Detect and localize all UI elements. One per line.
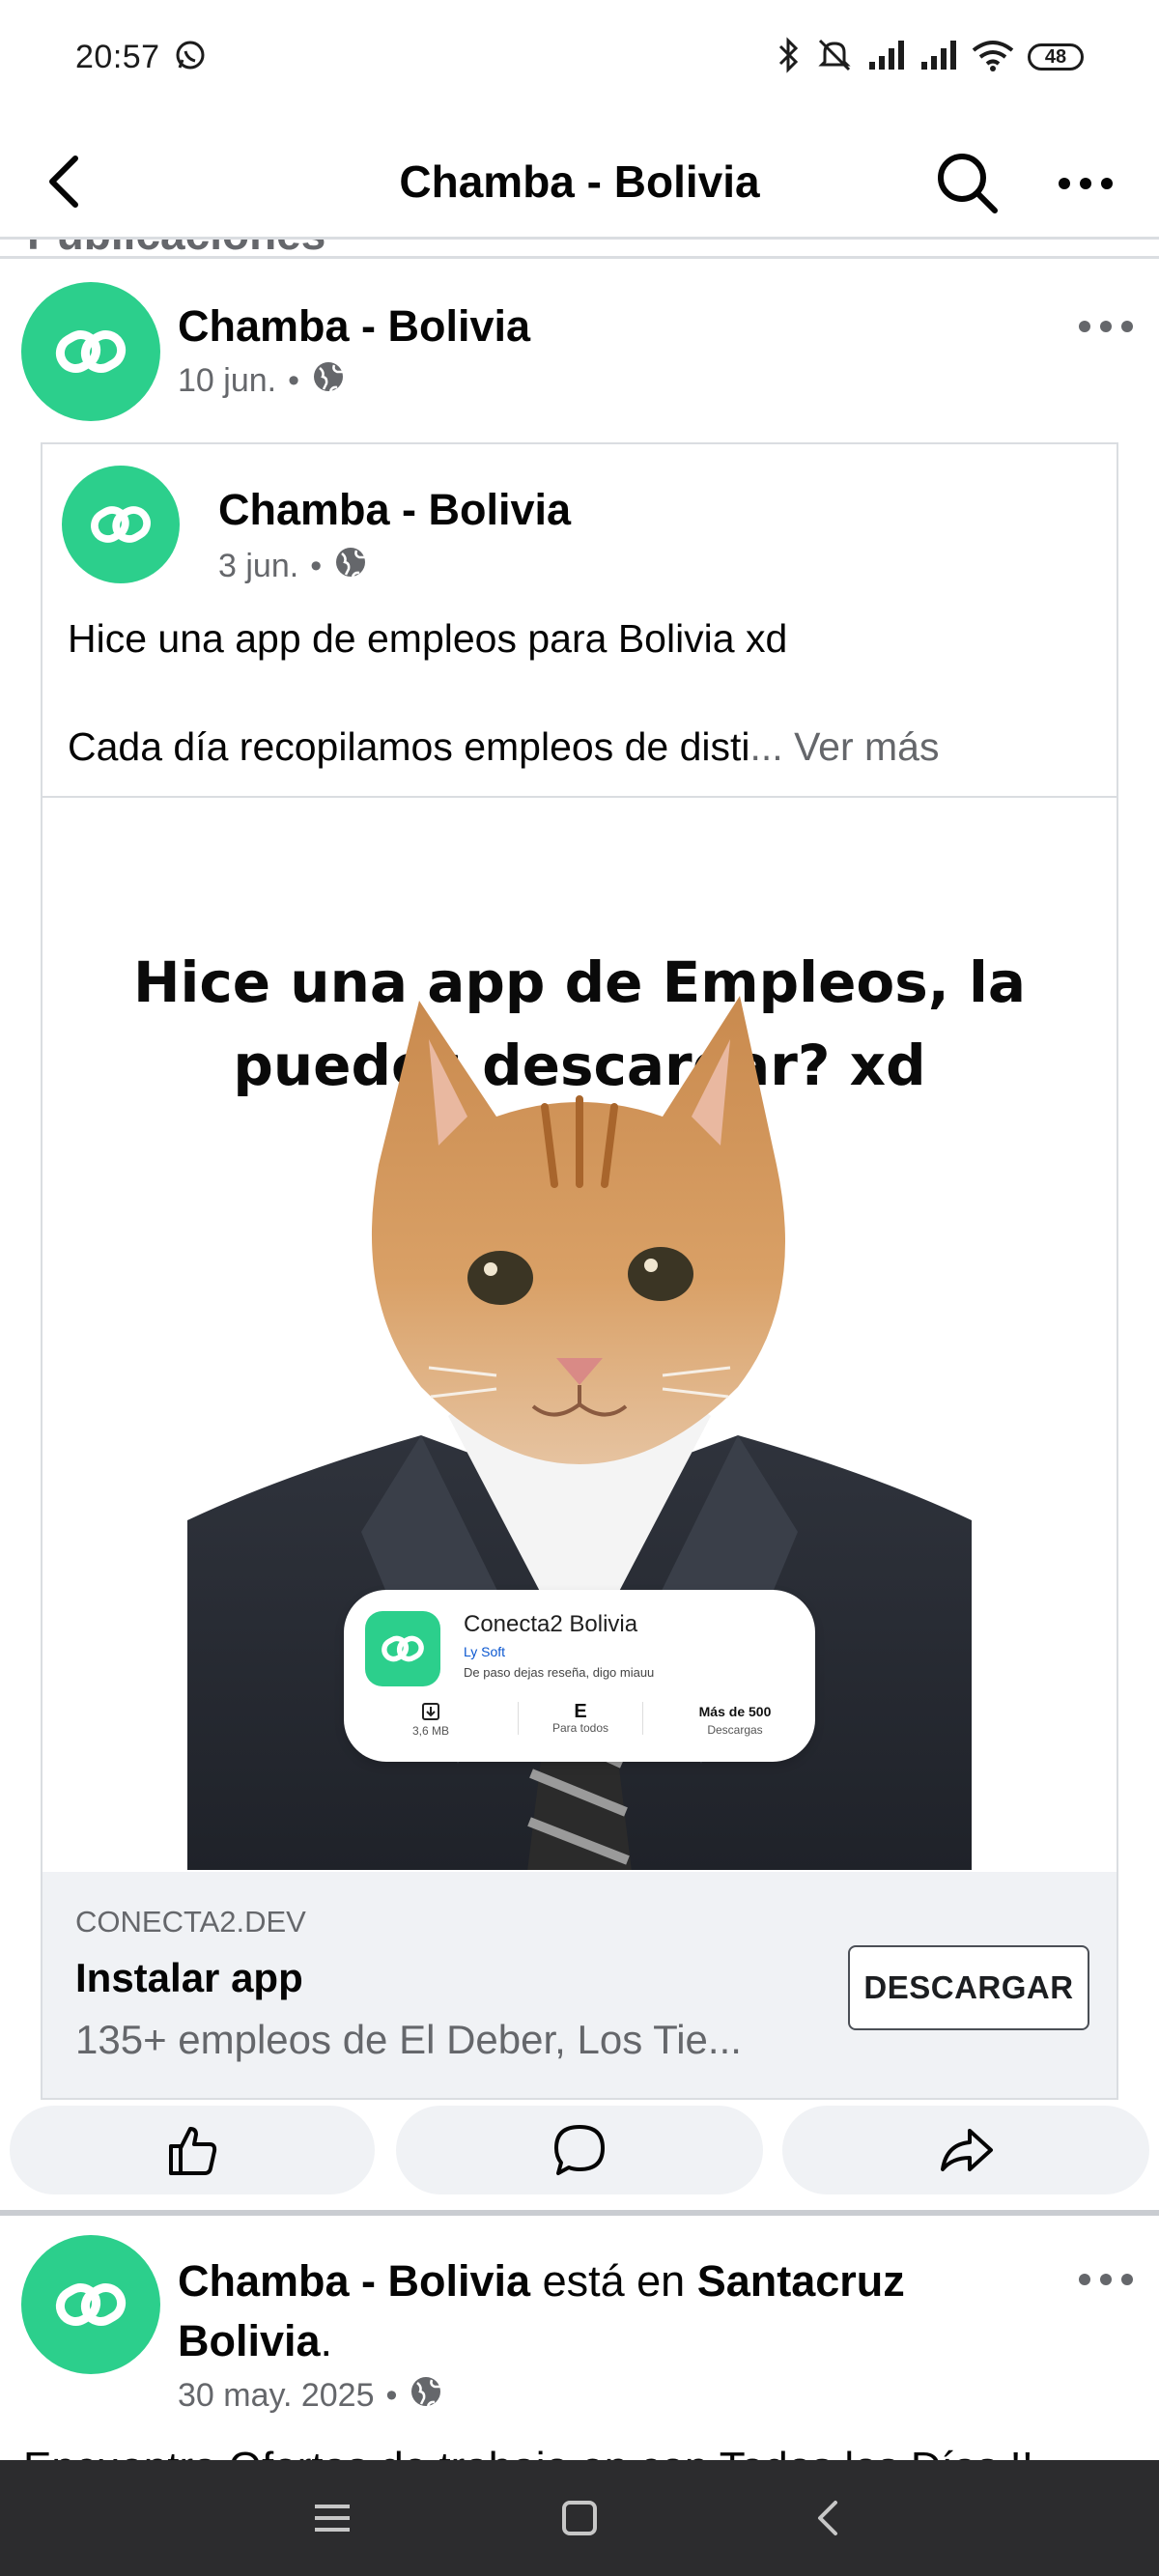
app-developer: Ly Soft: [464, 1644, 506, 1659]
avatar[interactable]: [62, 466, 180, 583]
back-arrow-icon[interactable]: [35, 153, 93, 211]
meta-separator: •: [288, 362, 299, 399]
app-size: 3,6 MB: [411, 1724, 449, 1738]
download-button[interactable]: DESCARGAR: [848, 1945, 1089, 2030]
post2-place[interactable]: Santacruz: [697, 2256, 905, 2306]
post-image[interactable]: Hice una app de Empleos, la puedes desca…: [42, 796, 1117, 1870]
post-options-icon[interactable]: [1074, 2260, 1138, 2299]
globe-icon: [333, 545, 368, 588]
download-icon: [422, 1703, 439, 1720]
home-icon[interactable]: [551, 2489, 608, 2547]
post-date[interactable]: 10 jun.: [178, 362, 276, 400]
search-icon[interactable]: [933, 149, 1001, 216]
status-time: 20:57: [75, 38, 160, 75]
signal-icon: [919, 39, 958, 76]
shared-meta: 3 jun. •: [218, 545, 368, 588]
post-text-truncated: Cada día recopilamos empleos de disti: [68, 724, 750, 769]
comment-icon: [554, 2125, 605, 2175]
app-downloads: Más de 500: [698, 1704, 772, 1719]
like-icon: [169, 2127, 217, 2175]
wifi-icon: [972, 39, 1014, 76]
comment-button[interactable]: [396, 2106, 763, 2194]
status-bar: 20:57 48: [0, 0, 1159, 114]
app-icon: [365, 1611, 440, 1686]
link-preview[interactable]: CONECTA2.DEV Instalar app 135+ empleos d…: [42, 1872, 1117, 2098]
share-button[interactable]: [782, 2106, 1149, 2194]
app-rating: Para todos: [551, 1721, 609, 1735]
link-logo-icon: [382, 1635, 424, 1662]
globe-icon: [311, 359, 346, 403]
see-more-link[interactable]: Ver más: [794, 724, 939, 769]
post-text-line1: Hice una app de empleos para Bolivia xd: [68, 616, 788, 661]
battery-icon: 48: [1028, 43, 1084, 71]
post-options-icon[interactable]: [1074, 307, 1138, 346]
like-button[interactable]: [10, 2106, 375, 2194]
meta-separator: •: [385, 2377, 398, 2414]
divider: [0, 256, 1159, 259]
app-size-block: 3,6 MB: [382, 1702, 479, 1738]
system-nav-bar: [0, 2460, 1159, 2576]
top-nav: Chamba - Bolivia: [0, 126, 1159, 240]
shared-date[interactable]: 3 jun.: [218, 548, 298, 585]
avatar[interactable]: [21, 282, 160, 421]
link-domain: CONECTA2.DEV: [75, 1905, 306, 1939]
post2-header-line1: Chamba - Bolivia está en Santacruz: [178, 2256, 905, 2307]
meta-separator: •: [310, 548, 323, 584]
back-icon[interactable]: [798, 2489, 856, 2547]
post-meta: 10 jun. •: [178, 359, 346, 403]
link-logo-icon: [55, 330, 127, 373]
post2-place-cont[interactable]: Bolivia: [178, 2316, 321, 2365]
more-horizontal-icon[interactable]: [1055, 155, 1117, 212]
shared-author[interactable]: Chamba - Bolivia: [218, 485, 571, 535]
menu-icon[interactable]: [303, 2489, 361, 2547]
app-tagline: De paso dejas reseña, digo miauu: [464, 1665, 655, 1680]
app-downloads-block: Más de 500 Descargas: [672, 1704, 798, 1737]
post2-date[interactable]: 30 may. 2025: [178, 2377, 375, 2415]
link-title: Instalar app: [75, 1955, 303, 2000]
post-author[interactable]: Chamba - Bolivia: [178, 301, 530, 352]
post2-period: .: [320, 2316, 333, 2365]
whatsapp-icon: [174, 39, 207, 76]
signal-icon: [867, 39, 906, 76]
app-store-card: Conecta2 Bolivia Ly Soft De paso dejas r…: [344, 1590, 815, 1762]
post2-meta: 30 may. 2025 •: [178, 2374, 443, 2418]
post-separator: [0, 2210, 1159, 2216]
avatar[interactable]: [21, 2235, 160, 2374]
post-text-line2: Cada día recopilamos empleos de disti...…: [68, 724, 939, 770]
app-downloads-label: Descargas: [707, 1723, 763, 1737]
link-description: 135+ empleos de El Deber, Los Tie...: [75, 2017, 742, 2062]
globe-icon: [409, 2374, 443, 2418]
link-logo-icon: [91, 506, 151, 543]
ellipsis: ...: [749, 724, 783, 769]
post2-header-line2: Bolivia.: [178, 2316, 332, 2366]
app-name: Conecta2 Bolivia: [464, 1611, 638, 1637]
bluetooth-icon: [777, 36, 802, 78]
rating-badge-icon: E: [574, 1701, 587, 1722]
link-logo-icon: [55, 2283, 127, 2326]
app-rating-block: E Para todos: [518, 1702, 643, 1735]
mute-icon: [815, 37, 854, 78]
post2-connector: está en: [530, 2256, 697, 2306]
post2-author[interactable]: Chamba - Bolivia: [178, 2256, 530, 2306]
share-icon: [941, 2129, 993, 2171]
